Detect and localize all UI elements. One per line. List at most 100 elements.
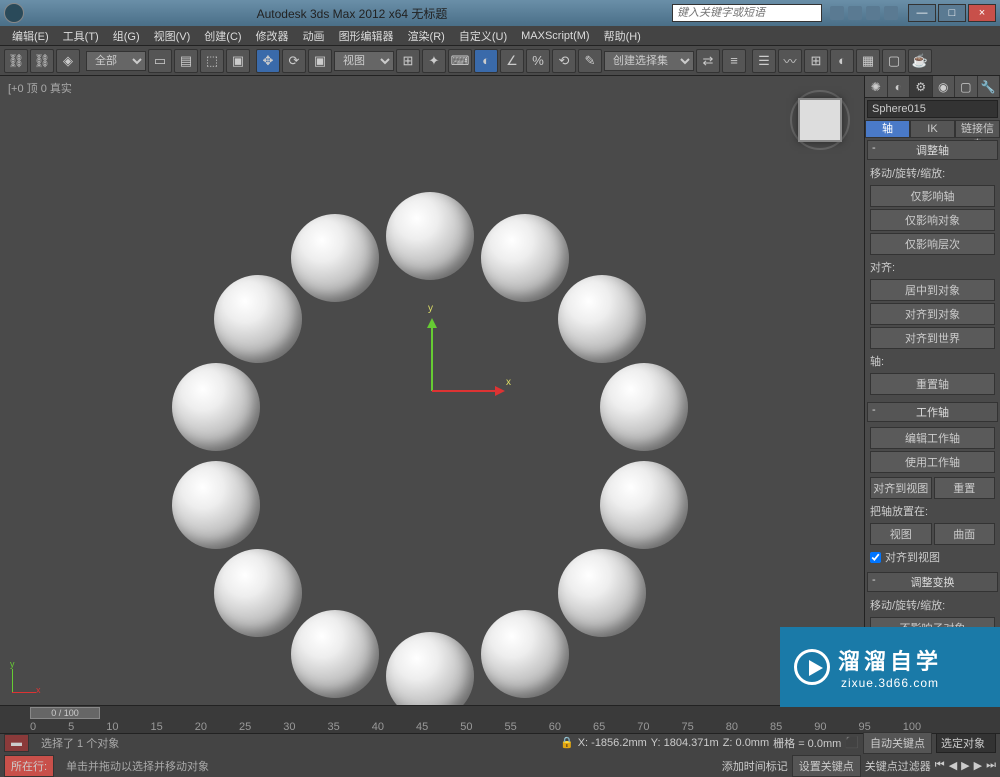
center-to-object-button[interactable]: 居中到对象 — [870, 279, 995, 301]
sphere-object[interactable] — [558, 275, 646, 363]
schematic-icon[interactable]: ⊞ — [804, 49, 828, 73]
select-name-icon[interactable]: ▤ — [174, 49, 198, 73]
edit-selection-icon[interactable]: ✎ — [578, 49, 602, 73]
sphere-object[interactable] — [481, 214, 569, 302]
mirror-icon[interactable]: ⇄ — [696, 49, 720, 73]
align-to-object-button[interactable]: 对齐到对象 — [870, 303, 995, 325]
view-cube[interactable] — [786, 86, 854, 154]
viewport[interactable]: [+0 顶 0 真实 y x yx — [0, 76, 864, 705]
menu-grapheditors[interactable]: 图形编辑器 — [333, 26, 400, 46]
sphere-object[interactable] — [172, 363, 260, 451]
render-frame-icon[interactable]: ▢ — [882, 49, 906, 73]
menu-animation[interactable]: 动画 — [297, 26, 331, 46]
menu-group[interactable]: 组(G) — [107, 26, 146, 46]
tab-utilities-icon[interactable]: 🔧 — [978, 76, 1000, 97]
maximize-button[interactable]: □ — [938, 4, 966, 22]
minimize-button[interactable]: — — [908, 4, 936, 22]
object-name-field[interactable]: Sphere015 — [867, 100, 998, 118]
pivot-icon[interactable]: ⊞ — [396, 49, 420, 73]
select-icon[interactable]: ▭ — [148, 49, 172, 73]
angle-snap-icon[interactable]: ∠ — [500, 49, 524, 73]
menu-rendering[interactable]: 渲染(R) — [402, 26, 451, 46]
sphere-object[interactable] — [214, 549, 302, 637]
info-icon[interactable] — [830, 6, 844, 20]
layers-icon[interactable]: ☰ — [752, 49, 776, 73]
percent-snap-icon[interactable]: % — [526, 49, 550, 73]
align-icon[interactable]: ≡ — [722, 49, 746, 73]
time-slider[interactable]: 0 / 100 — [0, 706, 1000, 720]
autokey-button[interactable]: 自动关键点 — [863, 732, 932, 754]
play-icon[interactable]: ▶ — [961, 759, 969, 772]
window-crossing-icon[interactable]: ▣ — [226, 49, 250, 73]
tab-create-icon[interactable]: ✺ — [865, 76, 888, 97]
sphere-object[interactable] — [172, 461, 260, 549]
help-icon[interactable] — [884, 6, 898, 20]
star-icon[interactable] — [848, 6, 862, 20]
sphere-object[interactable] — [386, 632, 474, 705]
reset-pivot-button[interactable]: 重置轴 — [870, 373, 995, 395]
tab-display-icon[interactable]: ▢ — [955, 76, 978, 97]
named-selection-dropdown[interactable]: 创建选择集 — [604, 51, 694, 71]
subtab-linkinfo[interactable]: 链接信息 — [955, 120, 1000, 138]
spinner-snap-icon[interactable]: ⟲ — [552, 49, 576, 73]
menu-views[interactable]: 视图(V) — [148, 26, 197, 46]
keymode-dropdown[interactable]: 选定对象 — [936, 733, 996, 753]
snap-toggle-icon[interactable]: ◐ — [474, 49, 498, 73]
affect-hierarchy-button[interactable]: 仅影响层次 — [870, 233, 995, 255]
subtab-ik[interactable]: IK — [910, 120, 955, 138]
sphere-object[interactable] — [291, 610, 379, 698]
render-icon[interactable]: ☕ — [908, 49, 932, 73]
align-to-view-button[interactable]: 对齐到视图 — [870, 477, 932, 499]
nowplaying-button[interactable]: 所在行: — [4, 755, 54, 777]
keyfilter-label[interactable]: 关键点过滤器 — [865, 758, 931, 774]
align-to-world-button[interactable]: 对齐到世界 — [870, 327, 995, 349]
render-setup-icon[interactable]: ▦ — [856, 49, 880, 73]
close-button[interactable]: × — [968, 4, 996, 22]
bind-icon[interactable]: ◈ — [56, 49, 80, 73]
sphere-object[interactable] — [214, 275, 302, 363]
use-working-pivot-button[interactable]: 使用工作轴 — [870, 451, 995, 473]
play-start-icon[interactable]: ⏮ — [935, 759, 945, 772]
menu-tools[interactable]: 工具(T) — [57, 26, 105, 46]
coord-y[interactable]: Y: 1804.371m — [651, 737, 719, 749]
menu-edit[interactable]: 编辑(E) — [6, 26, 55, 46]
setkey-button[interactable]: 设置关键点 — [792, 755, 861, 777]
script-listener-button[interactable]: ▬ — [4, 734, 29, 752]
rollout-adjust-pivot[interactable]: 调整轴 — [867, 140, 998, 160]
coord-z[interactable]: Z: 0.0mm — [723, 737, 769, 749]
move-icon[interactable]: ✥ — [256, 49, 280, 73]
sphere-object[interactable] — [600, 363, 688, 451]
scale-icon[interactable]: ▣ — [308, 49, 332, 73]
keyboard-icon[interactable]: ⌨ — [448, 49, 472, 73]
play-prev-icon[interactable]: ◀ — [949, 759, 957, 772]
lock-icon[interactable]: 🔒 — [560, 736, 574, 749]
material-editor-icon[interactable]: ◐ — [830, 49, 854, 73]
place-view-button[interactable]: 视图 — [870, 523, 932, 545]
rollout-adjust-transform[interactable]: 调整变换 — [867, 572, 998, 592]
menu-customize[interactable]: 自定义(U) — [453, 26, 513, 46]
menu-help[interactable]: 帮助(H) — [598, 26, 647, 46]
menu-create[interactable]: 创建(C) — [198, 26, 247, 46]
help-search-input[interactable] — [672, 4, 822, 22]
affect-pivot-button[interactable]: 仅影响轴 — [870, 185, 995, 207]
place-surface-button[interactable]: 曲面 — [934, 523, 996, 545]
tab-hierarchy-icon[interactable]: ⚙ — [910, 76, 933, 97]
tab-modify-icon[interactable]: ◐ — [888, 76, 911, 97]
unlink-icon[interactable]: ⛓ — [30, 49, 54, 73]
key-icon[interactable]: ⬛ — [845, 736, 859, 749]
addtime-label[interactable]: 添加时间标记 — [722, 758, 788, 774]
sphere-object[interactable] — [386, 192, 474, 280]
reset-wp-button[interactable]: 重置 — [934, 477, 996, 499]
rotate-icon[interactable]: ⟳ — [282, 49, 306, 73]
subtab-pivot[interactable]: 轴 — [865, 120, 910, 138]
time-ruler[interactable]: 0510152025303540455055606570758085909510… — [0, 720, 1000, 734]
menu-maxscript[interactable]: MAXScript(M) — [515, 28, 595, 44]
sphere-object[interactable] — [291, 214, 379, 302]
play-next-icon[interactable]: ▶ — [974, 759, 982, 772]
selection-filter-dropdown[interactable]: 全部 — [86, 51, 146, 71]
select-region-icon[interactable]: ⬚ — [200, 49, 224, 73]
coord-x[interactable]: X: -1856.2mm — [578, 737, 647, 749]
viewport-label[interactable]: [+0 顶 0 真实 — [8, 80, 72, 96]
time-slider-handle[interactable]: 0 / 100 — [30, 707, 100, 719]
curve-editor-icon[interactable]: 〰 — [778, 49, 802, 73]
